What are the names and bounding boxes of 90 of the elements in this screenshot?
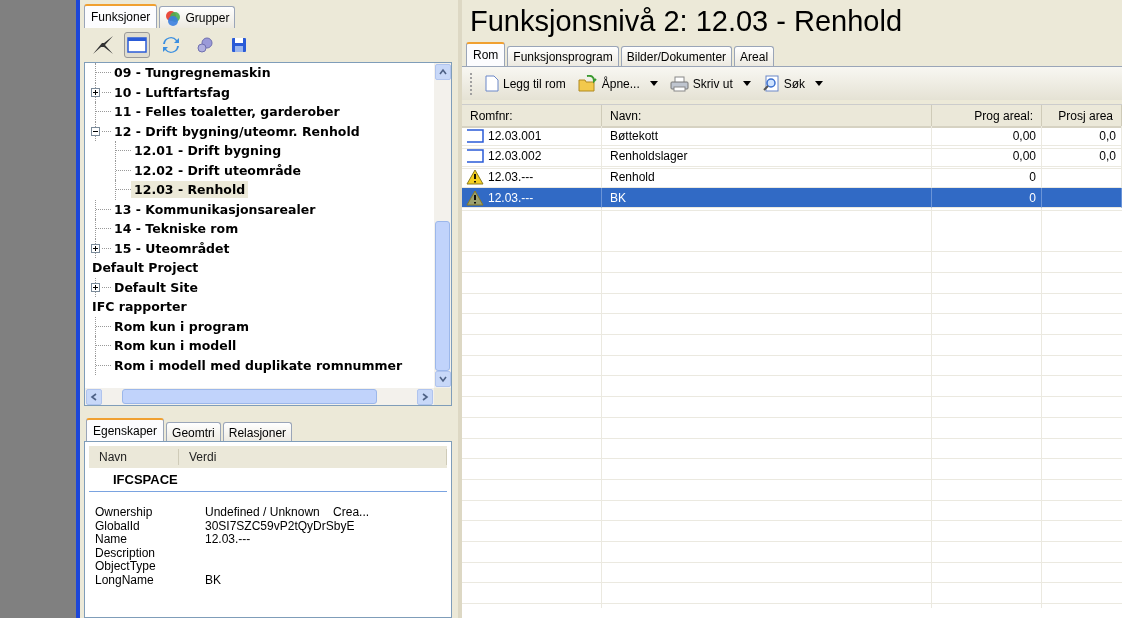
panel-tab[interactable]: Geomtri — [166, 422, 221, 442]
content-tab[interactable]: Areal — [734, 46, 775, 66]
tree-item[interactable]: Default Project — [89, 259, 202, 277]
group-heading: IFCSPACE — [89, 468, 447, 492]
property-name: Description — [95, 546, 157, 560]
collapse-icon — [92, 35, 114, 55]
colored-circles-icon — [165, 10, 182, 26]
table-cell: 0,00 — [932, 125, 1042, 147]
table-cell: 0,00 — [932, 146, 1042, 168]
save-icon — [231, 37, 247, 53]
expand-toggle-icon[interactable] — [91, 87, 100, 97]
horizontal-scrollbar[interactable] — [85, 388, 434, 405]
property-name: Name — [95, 533, 128, 547]
property-name: ObjectType — [95, 560, 157, 574]
table-cell: 0,0 — [1042, 146, 1122, 168]
scroll-up-icon[interactable] — [439, 68, 447, 76]
table-cell: Renhold — [602, 167, 932, 188]
warning-icon — [466, 168, 484, 185]
toolbar-button[interactable]: Legg til rom — [482, 73, 569, 94]
property-value: 30SI7SZC59vP2tQyDrSbyE — [205, 519, 356, 533]
tree-item[interactable]: 12 - Drift bygning/uteomr. Renhold — [111, 122, 363, 140]
content-tab[interactable]: Rom — [466, 42, 506, 66]
document-icon — [485, 75, 499, 92]
expand-toggle-icon[interactable] — [91, 282, 100, 292]
column-header[interactable]: Navn — [89, 449, 179, 465]
room-icon — [466, 149, 484, 164]
table-cell: 0,0 — [1042, 125, 1122, 147]
table-cell: 0 — [932, 167, 1042, 188]
panel-tab[interactable]: Egenskaper — [86, 418, 165, 442]
property-name: Ownership — [95, 506, 154, 520]
tree-item[interactable]: 12.03 - Renhold — [131, 181, 249, 199]
dropdown-caret-icon[interactable] — [742, 81, 751, 86]
tree-item[interactable]: IFC rapporter — [89, 298, 190, 316]
table-cell: 12.03.--- — [462, 167, 602, 188]
expand-toggle-icon[interactable] — [91, 243, 100, 253]
tree-item[interactable]: Rom i modell med duplikate romnummer — [111, 356, 406, 374]
table-cell: BK — [602, 187, 932, 209]
table-cell: 12.03.001 — [462, 125, 602, 147]
vertical-scrollbar[interactable] — [434, 63, 451, 388]
scrollbar-corner — [434, 388, 451, 405]
table-cell: 12.03.--- — [462, 187, 602, 209]
scroll-right-icon[interactable] — [421, 393, 429, 401]
refresh-icon — [162, 36, 180, 54]
table-cell: Bøttekott — [602, 125, 932, 147]
toolbar-button[interactable]: Søk — [759, 73, 827, 94]
scroll-down-icon[interactable] — [439, 375, 447, 383]
toolbar-button[interactable]: Åpne... — [574, 73, 661, 94]
tree-item[interactable]: 09 - Tungregnemaskin — [111, 64, 274, 82]
panel-tab[interactable]: Grupper — [159, 6, 236, 28]
property-value: 12.03.--- — [205, 533, 251, 547]
collapse-toggle-icon[interactable] — [91, 126, 100, 136]
column-header[interactable]: Navn: — [602, 105, 932, 128]
tree-item[interactable]: 13 - Kommunikasjonsarealer — [111, 200, 319, 218]
page-title: Funksjonsnivå 2: 12.03 - Renhold — [469, 4, 904, 39]
tree-item[interactable]: 14 - Tekniske rom — [111, 220, 242, 238]
gears-icon — [196, 36, 214, 54]
window-icon — [127, 37, 147, 53]
folder-icon — [577, 75, 598, 92]
tree-item[interactable]: Rom kun i modell — [111, 337, 240, 355]
tree-item[interactable]: 10 - Luftfartsfag — [111, 83, 233, 101]
search-icon — [762, 75, 780, 92]
content-tab[interactable]: Bilder/Dokumenter — [620, 46, 733, 66]
property-value: BK — [205, 573, 222, 587]
property-name: GlobalId — [95, 519, 140, 533]
property-name: LongName — [95, 573, 154, 587]
table-cell: 12.03.002 — [462, 146, 602, 168]
dropdown-caret-icon[interactable] — [649, 81, 658, 86]
property-value: Undefined / Unknown Crea... — [205, 506, 371, 520]
tree-item[interactable]: 12.02 - Drift uteområde — [131, 161, 304, 179]
warning-icon — [466, 189, 484, 206]
panel-tab[interactable]: Relasjoner — [222, 422, 293, 442]
content-tab[interactable]: Funksjonsprogram — [507, 46, 619, 66]
toolbar-button[interactable] — [124, 32, 150, 58]
tree-item[interactable]: Default Site — [111, 278, 201, 296]
tree-item[interactable]: 12.01 - Drift bygning — [131, 142, 285, 160]
toolbar-button[interactable]: Skriv ut — [666, 73, 754, 94]
table-cell: 0 — [932, 187, 1042, 209]
column-header[interactable]: Romfnr: — [462, 105, 602, 128]
table-cell: Renholdslager — [602, 146, 932, 168]
column-header[interactable]: Prosj area — [1042, 105, 1122, 128]
panel-tab[interactable]: Funksjoner — [84, 4, 158, 28]
printer-icon — [669, 75, 689, 92]
dropdown-caret-icon[interactable] — [815, 81, 824, 86]
scroll-left-icon[interactable] — [90, 393, 98, 401]
tree-item[interactable]: 11 - Felles toaletter, garderober — [111, 103, 343, 121]
column-header[interactable]: Prog areal: — [932, 105, 1042, 128]
column-header[interactable]: Verdi — [179, 449, 447, 465]
tree-item[interactable]: Rom kun i program — [111, 317, 252, 335]
room-icon — [466, 128, 484, 143]
tree-item[interactable]: 15 - Uteområdet — [111, 239, 233, 257]
